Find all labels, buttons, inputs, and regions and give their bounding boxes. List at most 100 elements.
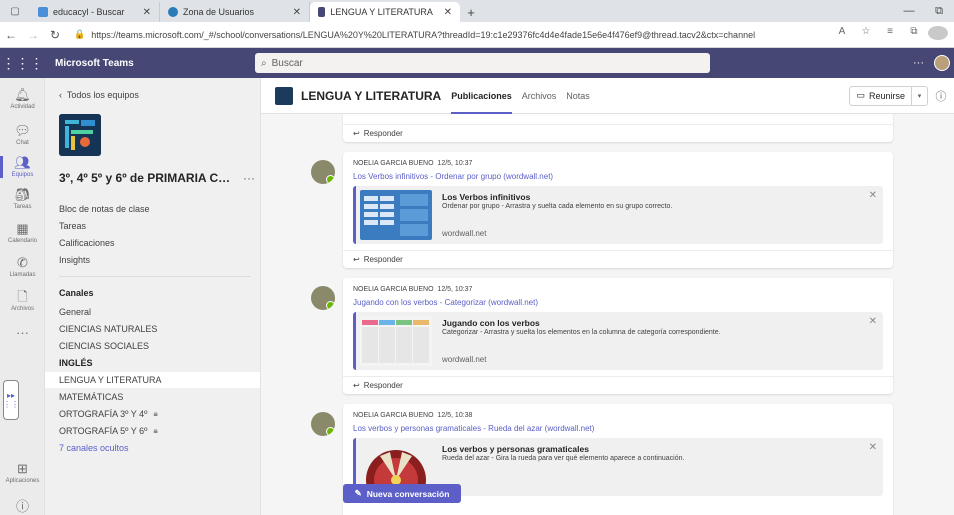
- lock-icon: 🔒: [74, 29, 86, 39]
- video-icon: ▭: [856, 90, 865, 100]
- forward-icon[interactable]: →: [22, 28, 44, 42]
- insights-link[interactable]: Insights: [59, 255, 90, 265]
- back-icon[interactable]: ←: [0, 28, 22, 42]
- channel-title: LENGUA Y LITERATURA: [301, 88, 442, 103]
- reply-icon: ↩: [353, 381, 360, 390]
- more-icon: ···: [16, 325, 29, 340]
- tab-posts[interactable]: Publicaciones: [451, 78, 512, 114]
- rail-calendar[interactable]: ▦ Calendario: [0, 214, 45, 252]
- meet-button[interactable]: ▭ Reunirse ▾: [849, 85, 928, 106]
- chevron-down-icon[interactable]: ▾: [911, 86, 927, 105]
- all-teams-link[interactable]: ‹ Todos los equipos: [59, 90, 139, 100]
- author-avatar[interactable]: [311, 412, 335, 436]
- channel-item-selected[interactable]: LENGUA Y LITERATURA: [45, 372, 260, 388]
- close-tab-icon[interactable]: ✕: [283, 7, 301, 18]
- post-author[interactable]: NOELIA GARCIA BUENO: [353, 160, 434, 167]
- phone-icon: ✆: [17, 255, 28, 270]
- reply-button[interactable]: ↩ Responder: [343, 124, 893, 142]
- profile-icon[interactable]: [928, 26, 948, 43]
- post-author[interactable]: NOELIA GARCIA BUENO: [353, 412, 434, 419]
- channel-label: INGLÉS: [59, 358, 93, 368]
- hidden-channels-link[interactable]: 7 canales ocultos: [45, 440, 260, 456]
- link-preview-card[interactable]: Los Verbos infinitivos Ordenar por grupo…: [353, 186, 883, 244]
- author-avatar[interactable]: [311, 286, 335, 310]
- channel-item[interactable]: ORTOGRAFÍA 5º Y 6º 🔒︎: [45, 423, 260, 439]
- info-icon[interactable]: ⓘ: [928, 88, 954, 104]
- channel-label: 7 canales ocultos: [59, 443, 129, 453]
- grades-link[interactable]: Calificaciones: [59, 238, 115, 248]
- reload-icon[interactable]: ↻: [44, 28, 66, 42]
- rail-assignments[interactable]: 🎒︎ Tareas: [0, 180, 45, 218]
- url-text: https://teams.microsoft.com/_#/school/co…: [91, 29, 756, 40]
- close-icon[interactable]: ✕: [869, 190, 877, 201]
- channel-item[interactable]: ORTOGRAFÍA 3º Y 4º 🔒︎: [45, 406, 260, 422]
- tab-actions-icon[interactable]: ▢: [0, 0, 30, 22]
- rail-help[interactable]: ⓘ: [0, 488, 45, 515]
- class-notebook-link[interactable]: Bloc de notas de clase: [59, 204, 150, 214]
- favorite-icon[interactable]: ☆: [856, 26, 876, 43]
- post-author[interactable]: NOELIA GARCIA BUENO: [353, 286, 434, 293]
- user-avatar[interactable]: [934, 55, 950, 71]
- search-input[interactable]: ⌕ Buscar: [255, 53, 710, 73]
- card-domain: wordwall.net: [442, 355, 487, 364]
- header-right: ···: [913, 55, 954, 71]
- post-time: 12/5, 10:37: [437, 286, 473, 293]
- card-description: Categorizar - Arrastra y suelta los elem…: [442, 329, 721, 336]
- post-link[interactable]: Jugando con los verbos - Categorizar (wo…: [353, 298, 538, 307]
- rail-apps[interactable]: ⊞ Aplicaciones: [0, 454, 45, 492]
- channels-heading: Canales: [59, 288, 94, 298]
- search-icon: ⌕: [261, 57, 267, 69]
- rail-expand-handle[interactable]: ▸▸ ⋮⋮: [3, 380, 19, 420]
- browser-tab[interactable]: Zona de Usuarios ✕: [160, 2, 310, 22]
- tab-notes[interactable]: Notas: [566, 78, 590, 114]
- team-more-icon[interactable]: ···: [243, 171, 255, 185]
- close-icon[interactable]: ✕: [869, 442, 877, 453]
- site-favicon-icon: [168, 7, 178, 17]
- assignments-link[interactable]: Tareas: [59, 221, 86, 231]
- close-tab-icon[interactable]: ✕: [434, 7, 452, 18]
- more-options-icon[interactable]: ···: [913, 57, 924, 69]
- rail-activity[interactable]: 🔔︎ Actividad: [0, 80, 45, 118]
- rail-calls[interactable]: ✆ Llamadas: [0, 248, 45, 286]
- app-launcher-icon[interactable]: ⋮⋮⋮: [0, 48, 45, 78]
- tab-files[interactable]: Archivos: [522, 78, 557, 114]
- minimize-icon[interactable]: —: [894, 0, 924, 22]
- favorites-list-icon[interactable]: ≡: [880, 26, 900, 43]
- reply-label: Responder: [363, 129, 403, 138]
- all-teams-label: Todos los equipos: [66, 90, 139, 100]
- browser-tab[interactable]: educacyl - Buscar ✕: [30, 2, 160, 22]
- close-tab-icon[interactable]: ✕: [133, 7, 151, 18]
- channel-label: CIENCIAS NATURALES: [59, 324, 158, 334]
- rail-label: Archivos: [10, 306, 34, 312]
- channel-team-icon: [275, 86, 293, 105]
- new-conversation-button[interactable]: ✎ Nueva conversación: [343, 484, 461, 503]
- channel-item[interactable]: General: [45, 304, 260, 320]
- restore-icon[interactable]: ⧉: [924, 0, 954, 22]
- post-link[interactable]: Los verbos y personas gramaticales - Rue…: [353, 424, 594, 433]
- new-tab-icon[interactable]: +: [460, 2, 482, 22]
- post-link[interactable]: Los Verbos infinitivos - Ordenar por gru…: [353, 172, 553, 181]
- help-icon: ⓘ: [15, 499, 29, 514]
- close-icon[interactable]: ✕: [869, 316, 877, 327]
- rail-label: Aplicaciones: [5, 478, 40, 484]
- channel-item[interactable]: INGLÉS: [45, 355, 260, 371]
- read-aloud-icon[interactable]: A: [832, 26, 852, 43]
- card-description: Rueda del azar - Gira la rueda para ver …: [442, 455, 685, 462]
- card-domain: wordwall.net: [442, 229, 487, 238]
- chevron-left-icon: ‹: [59, 90, 62, 100]
- reply-button[interactable]: ↩ Responder: [343, 376, 893, 394]
- collections-icon[interactable]: ⧉: [904, 26, 924, 43]
- channel-item[interactable]: MATEMÁTICAS: [45, 389, 260, 405]
- post-meta: NOELIA GARCIA BUENO 12/5, 10:37: [353, 160, 472, 167]
- reply-button[interactable]: ↩ Responder: [343, 250, 893, 268]
- channel-label: CIENCIAS SOCIALES: [59, 341, 150, 351]
- rail-more[interactable]: ···: [0, 314, 45, 352]
- author-avatar[interactable]: [311, 160, 335, 184]
- channel-item[interactable]: CIENCIAS SOCIALES: [45, 338, 260, 354]
- files-icon: 🗋: [17, 289, 28, 304]
- url-field[interactable]: 🔒 https://teams.microsoft.com/_#/school/…: [74, 25, 824, 45]
- team-name[interactable]: 3º, 4º 5º y 6º de PRIMARIA CURS... ···: [59, 171, 259, 185]
- link-preview-card[interactable]: Jugando con los verbos Categorizar - Arr…: [353, 312, 883, 370]
- browser-tab-active[interactable]: LENGUA Y LITERATURA (3º, 4º 5º ✕: [310, 2, 460, 22]
- channel-item[interactable]: CIENCIAS NATURALES: [45, 321, 260, 337]
